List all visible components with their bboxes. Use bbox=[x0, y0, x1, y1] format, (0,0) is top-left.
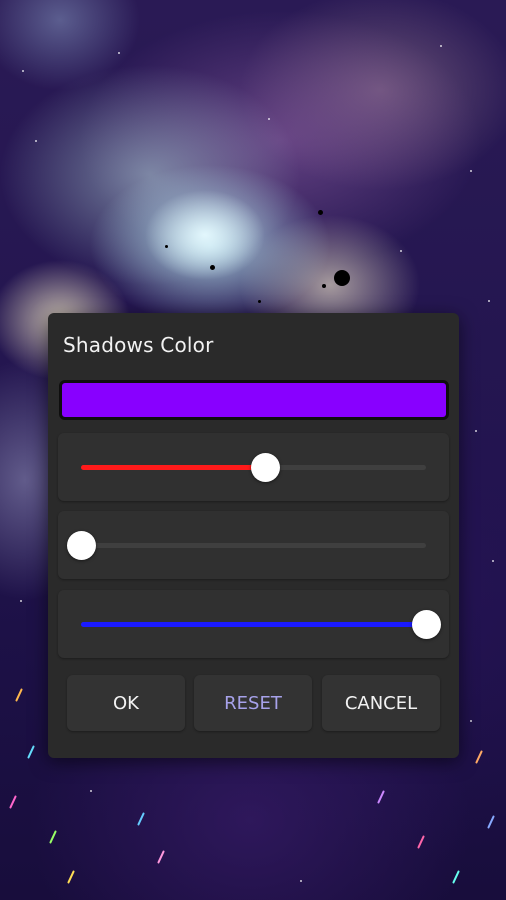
light-streak bbox=[137, 812, 145, 826]
light-streak bbox=[487, 815, 495, 829]
blue-slider-thumb[interactable] bbox=[411, 610, 441, 639]
star bbox=[118, 52, 120, 54]
light-streak bbox=[417, 835, 425, 849]
light-streak bbox=[452, 870, 460, 884]
green-slider-track[interactable] bbox=[66, 531, 426, 560]
light-streak bbox=[9, 795, 17, 809]
dark-dust-speck bbox=[210, 265, 215, 270]
cancel-button[interactable]: CANCEL bbox=[322, 675, 440, 731]
dark-dust-speck bbox=[258, 300, 261, 303]
red-slider-fill bbox=[81, 465, 265, 470]
green-slider-thumb[interactable] bbox=[66, 531, 96, 560]
star bbox=[488, 300, 490, 302]
star bbox=[268, 118, 270, 120]
ok-button[interactable]: OK bbox=[67, 675, 185, 731]
star bbox=[22, 70, 24, 72]
red-slider-thumb[interactable] bbox=[250, 453, 280, 482]
dark-dust-speck bbox=[334, 270, 350, 286]
blue-slider-fill bbox=[81, 622, 426, 627]
star bbox=[400, 250, 402, 252]
light-streak bbox=[15, 688, 23, 702]
light-streak bbox=[49, 830, 57, 844]
light-streak bbox=[475, 750, 483, 764]
star bbox=[90, 790, 92, 792]
green-slider-card bbox=[58, 511, 449, 579]
star bbox=[470, 720, 472, 722]
dialog-title: Shadows Color bbox=[63, 333, 214, 357]
light-streak bbox=[27, 745, 35, 759]
dark-dust-speck bbox=[322, 284, 326, 288]
light-streak bbox=[67, 870, 75, 884]
blue-slider-card bbox=[58, 590, 449, 658]
dark-dust-speck bbox=[165, 245, 168, 248]
light-streak bbox=[157, 850, 165, 864]
star bbox=[20, 600, 22, 602]
star bbox=[475, 430, 477, 432]
color-preview-swatch bbox=[59, 380, 449, 420]
shadows-color-dialog: Shadows Color OK RESET CANCEL bbox=[48, 313, 459, 758]
blue-slider-track[interactable] bbox=[81, 610, 441, 639]
light-streak bbox=[377, 790, 385, 804]
reset-button[interactable]: RESET bbox=[194, 675, 312, 731]
star bbox=[492, 560, 494, 562]
dark-dust-speck bbox=[318, 210, 323, 215]
red-slider-card bbox=[58, 433, 449, 501]
star bbox=[470, 170, 472, 172]
red-slider-track[interactable] bbox=[81, 453, 426, 482]
star bbox=[440, 45, 442, 47]
star bbox=[300, 880, 302, 882]
star bbox=[35, 140, 37, 142]
